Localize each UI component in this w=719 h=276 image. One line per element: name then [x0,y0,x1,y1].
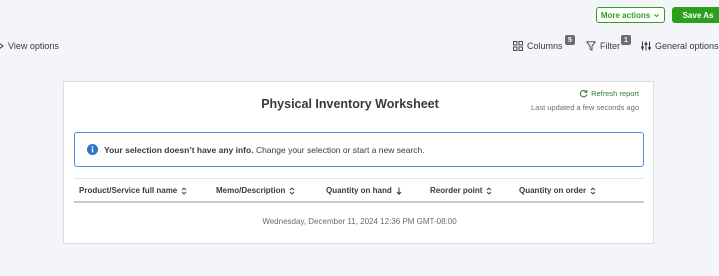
last-updated-text: Last updated a few seconds ago [531,103,639,112]
columns-button[interactable]: Columns [513,41,563,51]
columns-grid-icon [513,41,523,51]
info-icon [87,144,98,155]
view-options-label: View options [8,41,59,51]
save-as-button[interactable]: Save As [672,7,719,23]
top-action-bar: More actions Save As [0,0,719,30]
refresh-report-link[interactable]: Refresh report [579,89,639,98]
report-toolbar: View options Columns 5 Filter 1 General … [0,30,719,63]
alert-bold-text: Your selection doesn’t have any info. [104,144,254,155]
refresh-report-label: Refresh report [591,89,639,98]
more-actions-button[interactable]: More actions [596,7,665,23]
column-header-quantity-on-order[interactable]: Quantity on order [519,186,596,195]
sliders-icon [641,41,651,51]
save-as-label: Save As [682,10,714,20]
columns-count-badge: 5 [565,35,575,45]
sort-both-icon [181,186,187,195]
filter-label: Filter [600,41,620,51]
alert-detail-text: Change your selection or start a new sea… [253,144,425,155]
column-header-reorder-point[interactable]: Reorder point [430,186,492,195]
general-options-label: General options [655,41,719,51]
column-header-product-service[interactable]: Product/Service full name [79,186,187,195]
report-card: Physical Inventory Worksheet Refresh rep… [63,81,654,244]
sort-both-icon [487,186,492,195]
column-header-label: Reorder point [430,186,483,195]
caret-right-icon [0,43,4,49]
column-header-label: Quantity on hand [326,186,392,195]
sort-both-icon [590,186,596,195]
sort-descending-icon [396,187,402,195]
chevron-down-icon [654,13,660,17]
columns-label: Columns [527,41,563,51]
column-header-label: Memo/Description [216,186,286,195]
view-options-toggle[interactable]: View options [0,41,59,51]
column-header-quantity-on-hand[interactable]: Quantity on hand [326,186,402,195]
column-header-label: Quantity on order [519,186,587,195]
sort-both-icon [290,186,295,195]
general-options-button[interactable]: General options [641,41,719,51]
column-header-memo-description[interactable]: Memo/Description [216,186,295,195]
column-header-label: Product/Service full name [79,186,178,195]
more-actions-label: More actions [600,10,651,20]
report-content-area: Physical Inventory Worksheet Refresh rep… [0,63,719,276]
report-footer-timestamp: Wednesday, December 11, 2024 12:36 PM GM… [262,217,457,226]
alert-message: Your selection doesn’t have any info. Ch… [104,145,425,155]
filter-funnel-icon [586,41,596,51]
table-header-row: Product/Service full name Memo/Descripti… [74,178,644,203]
refresh-icon [579,89,588,98]
no-info-alert: Your selection doesn’t have any info. Ch… [74,132,644,167]
filter-button[interactable]: Filter [586,41,620,51]
filter-count-badge: 1 [621,35,631,45]
